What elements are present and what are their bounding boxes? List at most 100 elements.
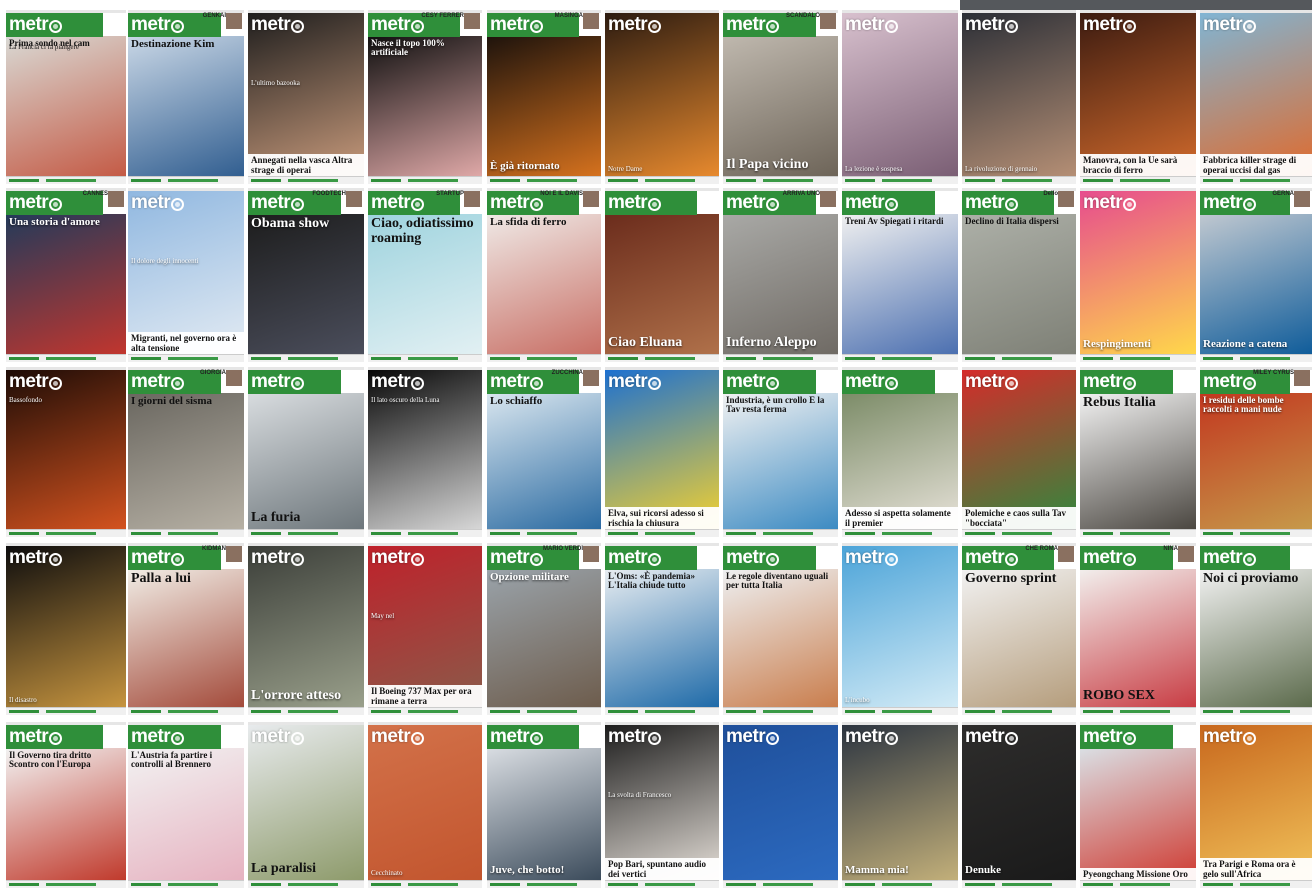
cover-28[interactable]: metr Elva, sui ricorsi adesso si rischia …: [605, 367, 719, 537]
metro-masthead: metr: [1080, 191, 1164, 215]
globe-logo-icon: [1123, 552, 1137, 566]
cover-footer: [1080, 707, 1196, 715]
cover-12[interactable]: metr CANNES Una storia d'amore: [6, 188, 126, 362]
cover-17[interactable]: metr Ciao Eluana: [605, 188, 719, 362]
globe-logo-icon: [1243, 731, 1257, 745]
cover-headline: Respingimenti: [1083, 338, 1151, 351]
metro-masthead: metr: [605, 546, 697, 570]
cover-photo: [1200, 214, 1312, 355]
cover-40[interactable]: metr Le regole diventano uguali per tutta…: [723, 543, 838, 715]
cover-43[interactable]: metr NINA ROBO SEX: [1080, 543, 1196, 715]
cover-55[interactable]: metr Tra Parigi e Roma ora è gelo sull'Af…: [1200, 722, 1312, 888]
cover-20[interactable]: metr Dello Declino di Italia dispersi: [962, 188, 1076, 362]
cover-5[interactable]: metr MASINGA È già ritornato: [487, 10, 601, 184]
cover-21[interactable]: metr Respingimenti: [1080, 188, 1196, 362]
metro-masthead: metr: [128, 725, 222, 749]
cover-footer: [487, 707, 601, 715]
teaser-label: CANNES: [82, 191, 108, 197]
cover-8[interactable]: metr La lezione è sospesa: [842, 10, 958, 184]
cover-photo: [6, 214, 126, 355]
cover-48[interactable]: metr Cecchinato: [368, 722, 482, 888]
cover-4[interactable]: metr CESY FERRER Nasce il topo 100% artifi…: [368, 10, 482, 184]
cover-18[interactable]: metr ARRIVA UNO Inferno Aleppo: [723, 188, 838, 362]
cover-15[interactable]: metr STARTUP Ciao, odiatissimo roaming: [368, 188, 482, 362]
cover-headline: Polemiche e caos sulla Tav "bocciata": [962, 507, 1076, 530]
cover-34[interactable]: metr Il disastro: [6, 543, 126, 715]
cover-headline: Juve, che botto!: [490, 864, 565, 877]
metro-masthead: metr: [368, 546, 451, 570]
teaser-label: MILEY CYRUS: [1253, 370, 1294, 376]
globe-logo-icon: [530, 19, 544, 33]
cover-footer: [248, 707, 364, 715]
cover-41[interactable]: metr L'incubo: [842, 543, 958, 715]
metro-masthead: metr: [128, 191, 212, 215]
cover-25[interactable]: metr La furia: [248, 367, 364, 537]
cover-headline: I residui delle bombe raccolti a mani nu…: [1203, 395, 1284, 415]
cover-6[interactable]: metr Notre Dame: [605, 10, 719, 184]
cover-44[interactable]: metr Noi ci proviamo: [1200, 543, 1312, 715]
metro-masthead: metr: [1080, 725, 1174, 749]
teaser-thumbnail: [1058, 191, 1074, 207]
cover-54[interactable]: metr Pyeongchang Missione Oro: [1080, 722, 1196, 888]
teaser-thumbnail: [1294, 191, 1310, 207]
cover-26[interactable]: metr Il lato oscuro della Luna: [368, 367, 482, 537]
cover-53[interactable]: metr Denuke: [962, 722, 1076, 888]
cover-14[interactable]: metr FOODTECH Obama show: [248, 188, 364, 362]
cover-11[interactable]: metr Fabbrica killer strage di operai ucc…: [1200, 10, 1312, 184]
cover-36[interactable]: metr L'orrore atteso: [248, 543, 364, 715]
globe-logo-icon: [49, 197, 63, 211]
cover-headline: Governo sprint: [965, 571, 1057, 586]
cover-footer: [1080, 176, 1196, 184]
cover-headline: Nasce il topo 100% artificiale: [371, 38, 445, 58]
globe-logo-icon: [411, 731, 425, 745]
cover-3[interactable]: metr L'ultimo bazooka Annegati nella vasca…: [248, 10, 364, 184]
cover-31[interactable]: metr Polemiche e caos sulla Tav "bocciata…: [962, 367, 1076, 537]
sub-headline: May nel: [371, 612, 395, 620]
cover-23[interactable]: metr Bassofondo: [6, 367, 126, 537]
cover-footer: [962, 707, 1076, 715]
cover-35[interactable]: metr KIDMAN Palla a lui: [128, 543, 244, 715]
cover-37[interactable]: metr May nel Il Boeing 737 Max per ora rim…: [368, 543, 482, 715]
teaser-thumbnail: [820, 13, 836, 29]
cover-headline: Il Papa vicino: [726, 157, 809, 173]
cover-13[interactable]: metr Il dolore degli innocenti Migranti, n…: [128, 188, 244, 362]
cover-51[interactable]: metr: [723, 722, 838, 888]
teaser-label: CESY FERRER: [421, 13, 464, 19]
metro-masthead: metr: [6, 725, 103, 749]
cover-33[interactable]: metr MILEY CYRUS I residui delle bombe rac…: [1200, 367, 1312, 537]
cover-24[interactable]: metr GIORGIA I giorni del sisma: [128, 367, 244, 537]
teaser-thumbnail: [108, 191, 124, 207]
cover-39[interactable]: metr L'Oms: «È pandemia» L'Italia chiude …: [605, 543, 719, 715]
globe-logo-icon: [766, 552, 780, 566]
cover-29[interactable]: metr Industria, è un crollo E la Tav rest…: [723, 367, 838, 537]
cover-10[interactable]: metr Manovra, con la Ue sarà braccio di f…: [1080, 10, 1196, 184]
cover-46[interactable]: metr L'Austria fa partire i controlli al …: [128, 722, 244, 888]
cover-headline: Migranti, nel governo ora è alta tension…: [128, 332, 244, 355]
cover-9[interactable]: metr La rivoluzione di gennaio: [962, 10, 1076, 184]
cover-32[interactable]: metr Rebus Italia: [1080, 367, 1196, 537]
globe-logo-icon: [1123, 19, 1137, 33]
cover-photo: [962, 214, 1076, 355]
cover-45[interactable]: metr Il Governo tira dritto Scontro con l…: [6, 722, 126, 888]
cover-50[interactable]: metr La svolta di Francesco Pop Bari, spun…: [605, 722, 719, 888]
cover-headline: La furia: [251, 510, 301, 526]
teaser-label: GERNA: [1272, 191, 1294, 197]
cover-30[interactable]: metr Adesso si aspetta solamente il premi…: [842, 367, 958, 537]
metro-masthead: metr: [605, 191, 697, 215]
cover-7[interactable]: metr SCANDALO Il Papa vicino: [723, 10, 838, 184]
cover-47[interactable]: metr La paralisi: [248, 722, 364, 888]
cover-27[interactable]: metr ZUCCHINA Lo schiaffo: [487, 367, 601, 537]
cover-16[interactable]: metr NOI E IL DAVIS La sfida di ferro: [487, 188, 601, 362]
cover-49[interactable]: metr Juve, che botto!: [487, 722, 601, 888]
globe-logo-icon: [530, 197, 544, 211]
cover-headline: Manovra, con la Ue sarà braccio di ferro: [1080, 154, 1196, 177]
cover-2[interactable]: metr GENKAI Destinazione Kim: [128, 10, 244, 184]
globe-logo-icon: [1123, 376, 1137, 390]
cover-42[interactable]: metr CHE ROMA Governo sprint: [962, 543, 1076, 715]
cover-19[interactable]: metr Treni Av Spiegati i ritardi: [842, 188, 958, 362]
cover-headline: Il Boeing 737 Max per ora rimane a terra: [368, 685, 482, 708]
cover-38[interactable]: metr MARIO VERDI Opzione militare: [487, 543, 601, 715]
cover-1[interactable]: metr La Francia ci fa piangere Prima sondo…: [6, 10, 126, 184]
cover-52[interactable]: metr Mamma mia!: [842, 722, 958, 888]
cover-22[interactable]: metr GERNA Reazione a catena: [1200, 188, 1312, 362]
